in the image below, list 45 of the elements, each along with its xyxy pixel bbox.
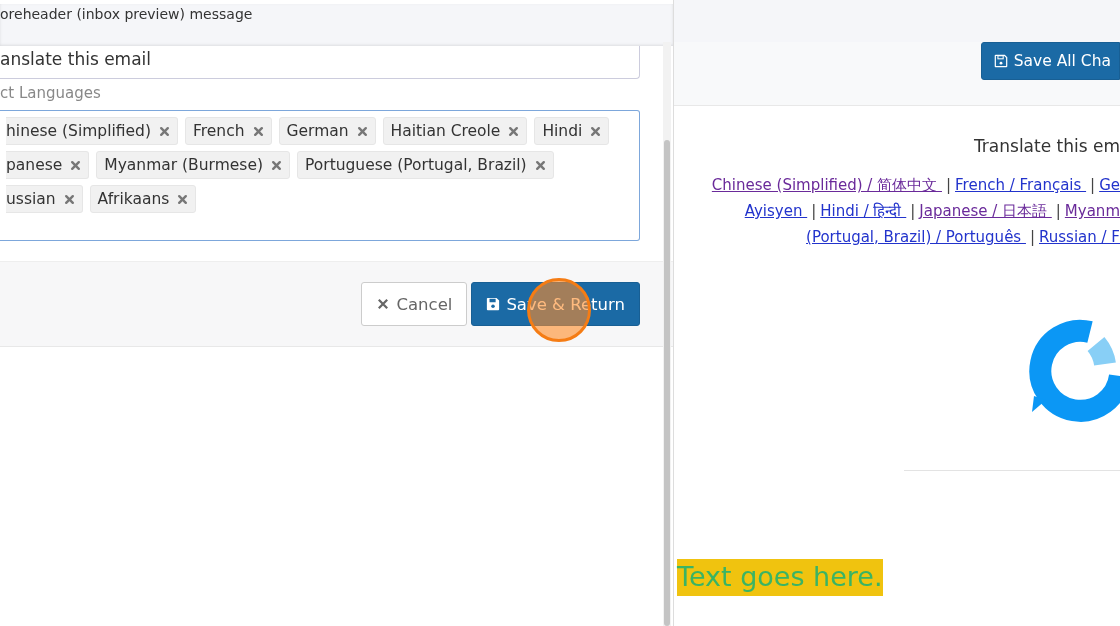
language-tag[interactable]: Afrikaans xyxy=(89,185,197,213)
close-icon xyxy=(376,297,391,311)
separator: | xyxy=(1055,201,1061,222)
remove-icon[interactable] xyxy=(356,125,368,137)
remove-icon[interactable] xyxy=(271,159,282,171)
language-link[interactable]: French / Français xyxy=(955,172,1087,198)
language-tag[interactable]: ussian xyxy=(6,185,83,213)
save-all-button[interactable]: Save All Cha xyxy=(980,41,1120,80)
scrollbar[interactable] xyxy=(664,140,670,626)
language-link[interactable]: Japanese / 日本語 xyxy=(919,198,1052,224)
language-select-field[interactable]: hinese (Simplified) French German Haitian Creole Hindi panese Myanmar (Burmese) Portuguese (Portugal, Brazil) ussian Afrikaans xyxy=(0,110,640,241)
language-tag[interactable]: Haitian Creole xyxy=(382,117,528,145)
language-link[interactable]: Russian / F xyxy=(1039,224,1120,250)
language-link[interactable]: Ayisyen xyxy=(744,198,808,224)
language-tag[interactable]: hinese (Simplified) xyxy=(6,117,178,145)
language-link[interactable]: Chinese (Simplified) / 简体中文 xyxy=(711,172,942,198)
remove-icon[interactable] xyxy=(534,159,546,171)
separator: | xyxy=(910,201,916,222)
language-tag[interactable]: Hindi xyxy=(534,117,610,145)
remove-icon[interactable] xyxy=(70,159,82,171)
language-tag[interactable]: panese xyxy=(6,151,90,179)
remove-icon[interactable] xyxy=(508,125,520,137)
remove-icon[interactable] xyxy=(158,125,170,137)
field-label: ct Languages xyxy=(0,84,102,102)
cancel-button[interactable]: Cancel xyxy=(361,282,468,326)
separator: | xyxy=(945,175,952,196)
subject-field[interactable]: anslate this email xyxy=(0,46,640,79)
separator: | xyxy=(1090,175,1096,196)
language-tag[interactable]: French xyxy=(184,117,272,145)
section-heading: oreheader (inbox preview) message xyxy=(0,6,253,22)
remove-icon[interactable] xyxy=(63,193,75,205)
remove-icon[interactable] xyxy=(590,125,602,137)
separator: | xyxy=(811,201,817,222)
language-tag[interactable]: German xyxy=(278,117,376,145)
language-tag[interactable]: Portuguese (Portugal, Brazil) xyxy=(297,151,554,179)
language-link[interactable]: Ge xyxy=(1099,172,1120,198)
language-link[interactable]: Myanm xyxy=(1064,198,1120,224)
language-link[interactable]: Hindi / हिन्दी xyxy=(820,198,907,224)
separator: | xyxy=(1029,227,1035,248)
language-link[interactable]: (Portugal, Brazil) / Português xyxy=(806,224,1026,250)
remove-icon[interactable] xyxy=(177,193,189,205)
placeholder-text: Text goes here. xyxy=(677,559,883,596)
email-heading: Translate this em xyxy=(973,136,1120,156)
language-tag[interactable]: Myanmar (Burmese) xyxy=(96,151,290,179)
remove-icon[interactable] xyxy=(252,125,264,137)
